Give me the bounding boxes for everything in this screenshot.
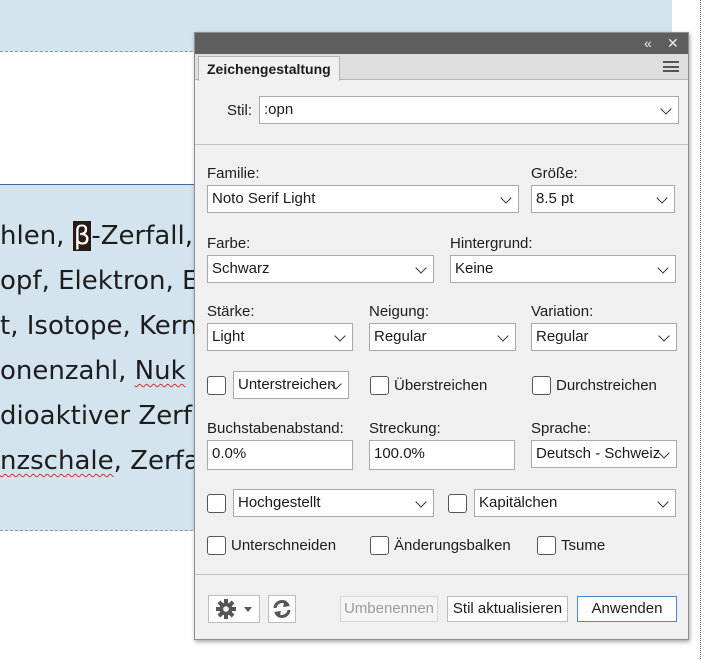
text-run: hlen, <box>0 221 73 251</box>
background-color-select[interactable]: Keine <box>450 255 676 283</box>
selected-character: β <box>72 221 92 251</box>
apply-button[interactable]: Anwenden <box>577 596 677 622</box>
strikethrough-label[interactable]: Durchstreichen <box>556 377 657 394</box>
overline-checkbox[interactable] <box>370 376 389 395</box>
kerning-checkbox[interactable] <box>207 536 226 555</box>
text-run: opf, Elektron, E <box>0 266 199 296</box>
font-size-select[interactable]: 8.5 pt <box>531 185 675 213</box>
panel-menu-icon[interactable] <box>663 61 679 72</box>
style-label: Stil: <box>227 102 253 119</box>
tab-character-style[interactable]: Zeichengestaltung <box>198 56 340 81</box>
variation-select[interactable]: Regular <box>531 323 677 351</box>
divider <box>195 144 688 145</box>
tracking-input[interactable]: 0.0% <box>207 440 353 470</box>
tracking-label: Buchstabenabstand: <box>207 420 344 437</box>
document-text-line: hlen, β-Zerfall, <box>0 221 193 251</box>
tsume-label[interactable]: Tsume <box>561 537 605 554</box>
weight-label: Stärke: <box>207 303 255 320</box>
settings-menu-button[interactable] <box>208 595 260 623</box>
gear-icon <box>216 599 252 619</box>
misspelled-word: Nuk <box>134 356 186 386</box>
overline-label[interactable]: Überstreichen <box>394 377 487 394</box>
text-run: , Zerfa <box>113 446 200 476</box>
rename-button[interactable]: Umbenennen <box>340 596 438 622</box>
stretch-label: Streckung: <box>369 420 441 437</box>
tsume-checkbox[interactable] <box>537 536 556 555</box>
panel-tabbar: Zeichengestaltung <box>195 54 688 81</box>
size-label: Größe: <box>531 165 578 182</box>
language-select[interactable]: Deutsch - Schweiz <box>531 440 677 468</box>
changebars-checkbox[interactable] <box>370 536 389 555</box>
stretch-input[interactable]: 100.0% <box>369 440 515 470</box>
font-family-select[interactable]: Noto Serif Light <box>207 185 519 213</box>
underline-checkbox[interactable] <box>207 376 226 395</box>
capitals-select[interactable]: Kapitälchen <box>474 489 676 517</box>
kerning-label[interactable]: Unterschneiden <box>231 537 336 554</box>
update-style-button[interactable]: Stil aktualisieren <box>447 596 568 622</box>
changebars-label[interactable]: Änderungsbalken <box>394 537 511 554</box>
underline-select[interactable]: Unterstreichen <box>233 371 349 399</box>
collapse-icon[interactable]: « <box>644 34 652 52</box>
weight-select[interactable]: Light <box>207 323 353 351</box>
document-text-line: t, Isotope, Kern <box>0 311 197 341</box>
color-label: Farbe: <box>207 235 251 252</box>
panel-titlebar[interactable]: « ✕ <box>195 33 688 54</box>
refresh-button[interactable] <box>268 595 296 623</box>
character-style-panel: « ✕ Zeichengestaltung Stil: :opn Familie… <box>194 32 689 640</box>
document-text-line: onenzahl, Nuk <box>0 356 186 386</box>
font-color-select[interactable]: Schwarz <box>207 255 434 283</box>
background-label: Hintergrund: <box>450 235 533 252</box>
document-text-line: nzschale, Zerfa <box>0 446 200 476</box>
document-text-line: opf, Elektron, E <box>0 266 198 296</box>
slant-label: Neigung: <box>369 303 430 320</box>
text-run: t, Isotope, Kern <box>0 311 198 341</box>
language-label: Sprache: <box>531 420 592 437</box>
document-text-line: dioaktiver Zerf <box>0 401 192 431</box>
position-checkbox[interactable] <box>207 494 226 513</box>
capitals-checkbox[interactable] <box>448 494 467 513</box>
text-run: onenzahl, <box>0 356 135 386</box>
text-run: dioaktiver Zerf <box>0 401 193 431</box>
position-select[interactable]: Hochgestellt <box>233 489 434 517</box>
divider <box>195 574 688 575</box>
slant-select[interactable]: Regular <box>369 323 516 351</box>
page-margin-guide <box>700 0 701 659</box>
strikethrough-checkbox[interactable] <box>532 376 551 395</box>
family-label: Familie: <box>207 165 260 182</box>
text-run: -Zerfall, <box>91 221 193 251</box>
style-select[interactable]: :opn <box>259 96 679 124</box>
misspelled-word: nzschale <box>0 446 114 476</box>
close-icon[interactable]: ✕ <box>667 34 679 52</box>
variation-label: Variation: <box>531 303 594 320</box>
refresh-icon <box>273 600 291 618</box>
